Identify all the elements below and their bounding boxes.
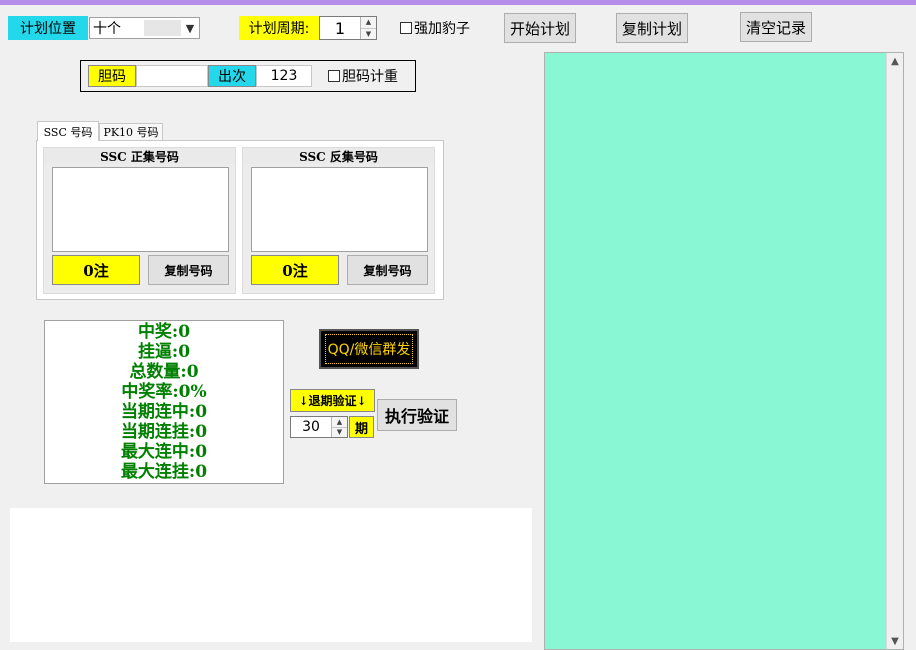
- bold-code-input[interactable]: [136, 65, 208, 87]
- ssc-positive-group: SSC 正集号码 0注 复制号码: [43, 147, 236, 294]
- plan-position-label: 计划位置: [8, 16, 88, 40]
- bold-code-label: 胆码: [88, 65, 136, 87]
- ssc-positive-title: SSC 正集号码: [44, 148, 235, 164]
- ssc-negative-count: 0注: [251, 255, 339, 285]
- ssc-positive-count: 0注: [52, 255, 140, 285]
- force-leopard-label: 强加豹子: [414, 21, 470, 37]
- plan-period-value[interactable]: 1: [320, 17, 360, 39]
- appear-times-label: 出次: [208, 65, 256, 87]
- appear-times-input[interactable]: 123: [256, 65, 312, 87]
- stat-loss: 挂逼:0: [137, 342, 191, 362]
- stat-win-rate: 中奖率:0%: [121, 382, 207, 402]
- chevron-down-icon[interactable]: ▼: [181, 22, 199, 35]
- stat-max-loss-streak: 最大连挂:0: [120, 462, 208, 482]
- copy-plan-button[interactable]: 复制计划: [616, 13, 688, 43]
- log-textbox[interactable]: [10, 508, 532, 642]
- period-count-stepper[interactable]: 30 ▲ ▼: [290, 416, 348, 438]
- start-plan-button[interactable]: 开始计划: [504, 13, 576, 43]
- spin-down-icon[interactable]: ▼: [332, 427, 347, 437]
- ssc-positive-textarea[interactable]: [52, 167, 229, 252]
- bold-code-weight-label: 胆码计重: [342, 69, 398, 85]
- bold-code-weight-checkbox[interactable]: 胆码计重: [328, 66, 398, 86]
- ssc-negative-group: SSC 反集号码 0注 复制号码: [242, 147, 435, 294]
- stat-win: 中奖:0: [137, 322, 191, 342]
- bold-code-panel: 胆码 出次 123 胆码计重: [80, 60, 416, 92]
- vertical-scrollbar[interactable]: ▲ ▼: [886, 53, 903, 649]
- plan-output-panel[interactable]: ▲ ▼: [544, 52, 904, 650]
- select-field-fill: [144, 20, 181, 36]
- spin-up-icon[interactable]: ▲: [332, 417, 347, 428]
- stat-max-win-streak: 最大连中:0: [120, 442, 208, 462]
- plan-position-value: 十个: [93, 21, 121, 37]
- ssc-negative-copy-button[interactable]: 复制号码: [347, 255, 428, 285]
- clear-records-button[interactable]: 清空记录: [740, 12, 812, 42]
- window-top-border: [0, 0, 916, 5]
- stats-panel: 中奖:0 挂逼:0 总数量:0 中奖率:0% 当期连中:0 当期连挂:0 最大连…: [44, 320, 284, 484]
- tab-ssc[interactable]: SSC 号码: [37, 121, 99, 141]
- checkbox-icon[interactable]: [328, 70, 340, 82]
- plan-period-stepper[interactable]: 1 ▲ ▼: [319, 16, 377, 40]
- force-leopard-checkbox[interactable]: 强加豹子: [400, 18, 470, 38]
- execute-verify-button[interactable]: 执行验证: [377, 399, 457, 431]
- scroll-down-icon[interactable]: ▼: [887, 633, 903, 649]
- spin-up-icon[interactable]: ▲: [361, 17, 376, 29]
- stat-total: 总数量:0: [129, 362, 199, 382]
- checkbox-icon[interactable]: [400, 22, 412, 34]
- scroll-up-icon[interactable]: ▲: [887, 53, 903, 69]
- plan-position-select[interactable]: 十个 ▼: [89, 17, 200, 39]
- plan-period-label: 计划周期:: [239, 16, 319, 40]
- period-count-value[interactable]: 30: [291, 417, 331, 437]
- qq-wechat-broadcast-label: QQ/微信群发: [325, 334, 413, 364]
- spin-down-icon[interactable]: ▼: [361, 28, 376, 39]
- ssc-negative-title: SSC 反集号码: [243, 148, 434, 164]
- qq-wechat-broadcast-button[interactable]: QQ/微信群发: [319, 329, 419, 369]
- ssc-positive-copy-button[interactable]: 复制号码: [148, 255, 229, 285]
- ssc-negative-textarea[interactable]: [251, 167, 428, 252]
- tab-pk10[interactable]: PK10 号码: [99, 123, 163, 141]
- period-unit-label: 期: [349, 416, 374, 438]
- stat-current-loss-streak: 当期连挂:0: [120, 422, 208, 442]
- stat-current-win-streak: 当期连中:0: [120, 402, 208, 422]
- back-verify-label: ↓退期验证↓: [290, 389, 375, 412]
